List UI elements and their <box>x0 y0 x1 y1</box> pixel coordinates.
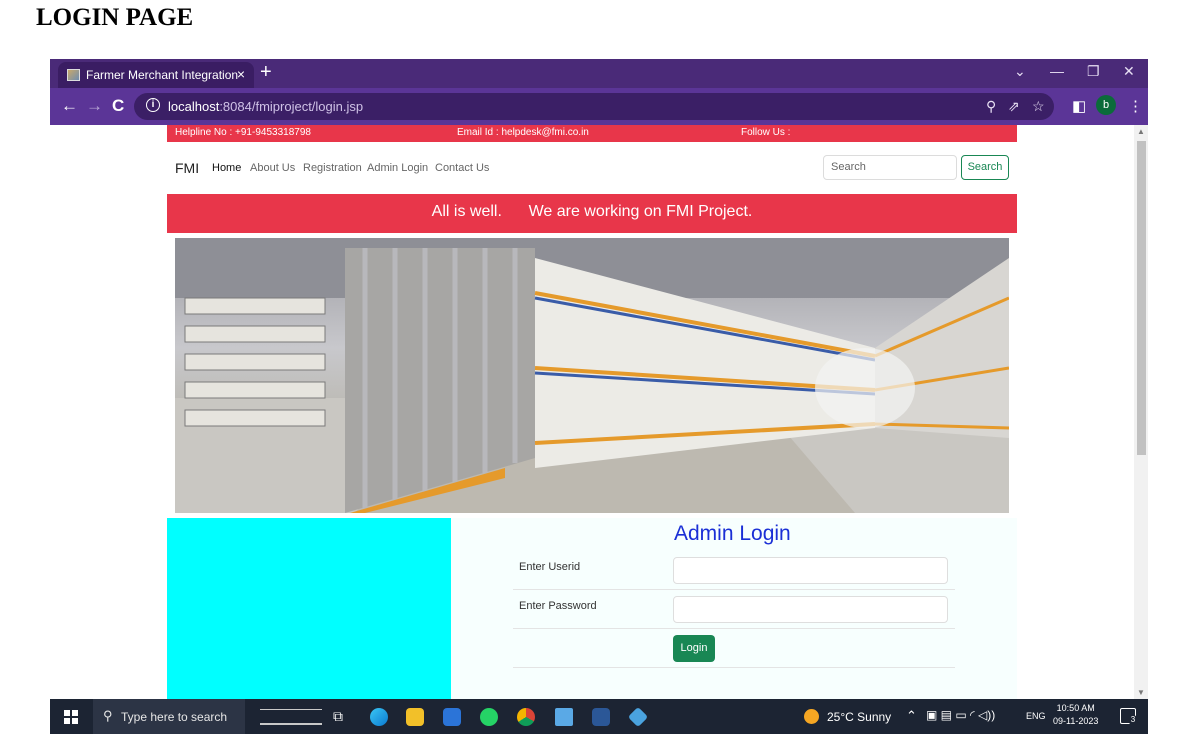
sidepanel-icon[interactable]: ◧ <box>1072 97 1086 115</box>
clock-time: 10:50 AM <box>1056 703 1095 713</box>
menu-icon[interactable]: ⋮ <box>1128 97 1143 115</box>
store-icon[interactable] <box>443 708 461 726</box>
cube-icon[interactable] <box>627 706 649 728</box>
password-label: Enter Password <box>519 600 597 612</box>
notification-count: 3 <box>1128 715 1138 725</box>
follow-text: Follow Us : <box>741 127 791 138</box>
tab-strip: Farmer Merchant Integration × + ⌄ — ❐ ✕ <box>50 59 1148 88</box>
cyan-side-panel <box>167 518 451 699</box>
whatsapp-icon[interactable] <box>480 708 498 726</box>
weather-icon <box>804 709 819 724</box>
email-text: Email Id : helpdesk@fmi.co.in <box>457 127 589 138</box>
password-input[interactable] <box>673 596 948 623</box>
address-bar[interactable]: i localhost:8084/fmiproject/login.jsp ⚲ … <box>134 93 1054 120</box>
weather-text[interactable]: 25°C Sunny <box>827 710 891 724</box>
userid-row: Enter Userid <box>513 551 955 590</box>
button-row: Login <box>513 629 955 668</box>
share-icon[interactable]: ⇗ <box>1008 98 1020 115</box>
file-explorer-icon[interactable] <box>406 708 424 726</box>
vpn-icon[interactable] <box>555 708 573 726</box>
tab-title: Farmer Merchant Integration <box>86 68 239 82</box>
taskbar-search[interactable]: ⚲ Type here to search <box>93 699 245 734</box>
browser-window: Farmer Merchant Integration × + ⌄ — ❐ ✕ … <box>50 59 1148 706</box>
back-arrow-icon[interactable]: ← <box>61 97 78 114</box>
word-icon[interactable] <box>592 708 610 726</box>
login-button[interactable]: Login <box>673 635 715 662</box>
maximize-button[interactable]: ❐ <box>1087 63 1100 80</box>
helpline-text: Helpline No : +91-9453318798 <box>175 127 311 138</box>
site-navbar: FMI Home About Us Registration Admin Log… <box>167 142 1017 194</box>
language-indicator[interactable]: ENG <box>1026 711 1046 721</box>
profile-avatar[interactable]: b <box>1096 95 1116 115</box>
site-search-button[interactable]: Search <box>961 155 1009 180</box>
info-icon[interactable]: i <box>146 98 160 112</box>
favicon-icon <box>67 69 80 81</box>
clock-date: 09-11-2023 <box>1053 716 1099 726</box>
tray-apps-icon[interactable]: ▣ ▤ ▭ ◜ ◁)) <box>926 708 995 722</box>
address-toolbar: ← → C i localhost:8084/fmiproject/login.… <box>50 88 1148 125</box>
nav-admin-login[interactable]: Admin Login <box>367 162 428 174</box>
scroll-thumb[interactable] <box>1137 141 1146 455</box>
notification-icon[interactable]: 3 <box>1120 708 1138 725</box>
password-row: Enter Password <box>513 590 955 629</box>
tab-search-button[interactable]: ⌄ <box>1014 63 1026 80</box>
document-title: LOGIN PAGE <box>36 4 194 31</box>
forward-arrow-icon[interactable]: → <box>86 97 103 114</box>
nav-home[interactable]: Home <box>212 162 241 174</box>
announcement-banner: All is well. We are working on FMI Proje… <box>167 194 1017 233</box>
nav-registration[interactable]: Registration <box>303 162 362 174</box>
task-view-icon[interactable]: ⧉ <box>333 708 343 725</box>
admin-login-panel: Admin Login Enter Userid Enter Password … <box>451 518 1017 699</box>
warehouse-image <box>175 238 1009 513</box>
minimize-button[interactable]: — <box>1050 63 1064 79</box>
page-scrollbar[interactable]: ▲ ▼ <box>1134 125 1148 699</box>
userid-input[interactable] <box>673 557 948 584</box>
nav-about-us[interactable]: About Us <box>250 162 295 174</box>
scroll-down-icon[interactable]: ▼ <box>1137 688 1145 697</box>
new-tab-button[interactable]: + <box>260 61 272 84</box>
nav-contact-us[interactable]: Contact Us <box>435 162 489 174</box>
tray-chevron-icon[interactable]: ⌃ <box>906 708 917 724</box>
page-viewport: Helpline No : +91-9453318798 Email Id : … <box>50 125 1134 699</box>
clock[interactable]: 10:50 AM 09-11-2023 <box>1053 702 1098 728</box>
taskbar-search-text: Type here to search <box>121 710 228 724</box>
info-bar: Helpline No : +91-9453318798 Email Id : … <box>167 125 1017 142</box>
site-brand[interactable]: FMI <box>175 160 199 176</box>
userid-label: Enter Userid <box>519 561 581 573</box>
windows-taskbar: ⚲ Type here to search ⧉ 25°C Sunny ⌃ ▣ ▤… <box>50 699 1148 734</box>
login-title: Admin Login <box>674 522 791 545</box>
zoom-icon[interactable]: ⚲ <box>986 98 996 115</box>
search-icon: ⚲ <box>103 708 113 723</box>
url-text: localhost:8084/fmiproject/login.jsp <box>168 99 364 114</box>
reload-icon[interactable]: C <box>112 97 124 114</box>
tab-close-button[interactable]: × <box>237 66 245 82</box>
chrome-icon[interactable] <box>517 708 535 726</box>
browser-tab[interactable]: Farmer Merchant Integration × <box>58 62 254 88</box>
windows-icon[interactable] <box>64 710 78 724</box>
edge-icon[interactable] <box>370 708 388 726</box>
star-icon[interactable]: ☆ <box>1032 98 1045 115</box>
bridge-icon <box>260 709 322 725</box>
scroll-up-icon[interactable]: ▲ <box>1137 127 1145 136</box>
close-window-button[interactable]: ✕ <box>1123 63 1135 80</box>
site-search-input[interactable]: Search <box>823 155 957 180</box>
